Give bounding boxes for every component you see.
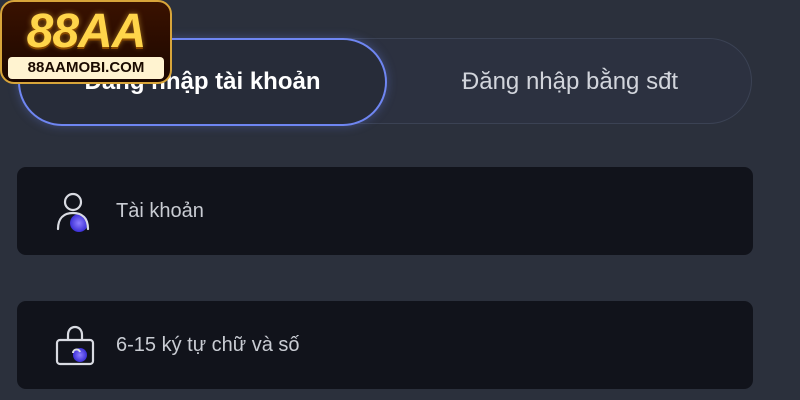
password-field[interactable]: 6-15 ký tự chữ và số — [17, 301, 753, 389]
tab-phone-login[interactable]: Đăng nhập bằng sđt — [387, 39, 753, 125]
username-placeholder: Tài khoản — [116, 199, 204, 222]
logo-domain: 88AAMOBI.COM — [8, 57, 164, 79]
username-field[interactable]: Tài khoản — [17, 167, 753, 255]
tab-phone-login-label: Đăng nhập bằng sđt — [461, 68, 679, 95]
user-icon — [53, 189, 97, 233]
password-placeholder: 6-15 ký tự chữ và số — [116, 333, 300, 356]
login-panel: Đăng nhập tài khoản Đăng nhập bằng sđt T… — [0, 0, 800, 400]
site-logo[interactable]: 88AA 88AAMOBI.COM — [0, 0, 172, 84]
logo-wordmark: 88AA — [26, 5, 147, 58]
lock-icon — [53, 323, 97, 367]
